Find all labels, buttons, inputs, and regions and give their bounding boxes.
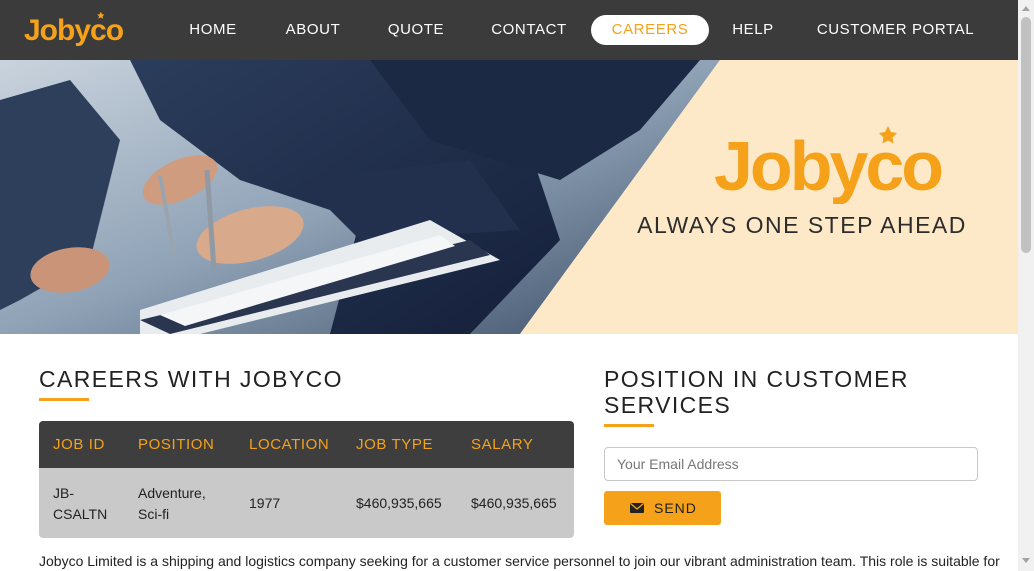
cell-salary: $460,935,665	[471, 495, 557, 511]
col-header-job-id: JOB ID	[53, 436, 105, 453]
careers-table: JOB ID POSITION LOCATION JOB TYPE SALARY…	[39, 421, 574, 538]
nav-contact[interactable]: CONTACT	[478, 15, 580, 45]
svg-text:Jobyco: Jobyco	[24, 14, 124, 47]
col-header-job-type: JOB TYPE	[356, 436, 434, 453]
table-row: JB-CSALTN Adventure, Sci-fi 1977 $460,93…	[39, 468, 574, 538]
nav-careers[interactable]: CAREERS	[591, 15, 709, 45]
hero-jobyco-logo: Jobyco	[714, 126, 945, 204]
careers-title-underline	[39, 398, 89, 401]
col-header-location: LOCATION	[249, 436, 330, 453]
cell-job-type: $460,935,665	[356, 495, 442, 511]
email-field[interactable]	[604, 447, 978, 481]
cell-position: Adventure, Sci-fi	[138, 485, 206, 522]
send-label: SEND	[654, 500, 697, 516]
jobyco-logo[interactable]: Jobyco	[24, 10, 128, 50]
cell-job-id: JB-CSALTN	[53, 485, 108, 522]
position-title-line2: SERVICES	[604, 392, 732, 418]
nav-quote[interactable]: QUOTE	[372, 15, 460, 45]
hero-tagline: ALWAYS ONE STEP AHEAD	[637, 212, 967, 238]
nav-customer-portal[interactable]: CUSTOMER PORTAL	[808, 15, 983, 45]
careers-description: Jobyco Limited is a shipping and logisti…	[39, 553, 1000, 569]
careers-title: CAREERS WITH JOBYCO	[39, 366, 343, 392]
table-header: JOB ID POSITION LOCATION JOB TYPE SALARY	[39, 421, 574, 468]
position-title-underline	[604, 424, 654, 427]
svg-text:Jobyco: Jobyco	[714, 127, 942, 204]
col-header-position: POSITION	[138, 436, 215, 453]
top-nav: Jobyco HOME ABOUT QUOTE CONTACT CAREERS …	[0, 0, 1018, 60]
cell-location: 1977	[249, 495, 281, 511]
nav-about[interactable]: ABOUT	[270, 15, 356, 45]
hero-banner: Jobyco ALWAYS ONE STEP AHEAD	[0, 60, 1018, 334]
send-button[interactable]: SEND	[604, 491, 721, 525]
envelope-icon	[630, 503, 644, 513]
nav-help[interactable]: HELP	[721, 15, 785, 45]
scroll-down-arrow-icon[interactable]	[1022, 558, 1030, 563]
page-scrollbar[interactable]	[1018, 0, 1034, 571]
nav-home[interactable]: HOME	[168, 15, 258, 45]
scroll-up-arrow-icon[interactable]	[1022, 6, 1030, 11]
scrollbar-thumb[interactable]	[1021, 17, 1031, 253]
col-header-salary: SALARY	[471, 436, 534, 453]
position-title-line1: POSITION IN CUSTOMER	[604, 366, 909, 392]
